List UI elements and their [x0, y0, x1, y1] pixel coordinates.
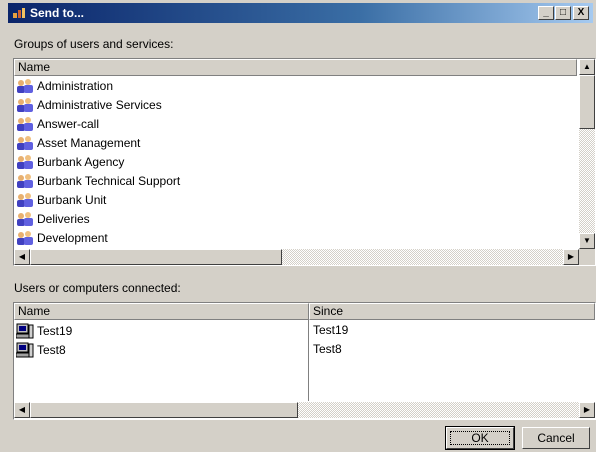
- list-item[interactable]: Burbank Agency: [16, 153, 124, 171]
- connected-label: Users or computers connected:: [14, 281, 181, 295]
- focus-rect: [450, 431, 510, 445]
- ok-button[interactable]: OK: [445, 426, 515, 450]
- groups-label: Groups of users and services:: [14, 37, 174, 51]
- minimize-button[interactable]: _: [538, 6, 554, 20]
- row-name: Test8: [37, 343, 66, 357]
- list-item[interactable]: Development: [16, 229, 108, 247]
- send-to-dialog: Send to... _ □ X Groups of users and ser…: [0, 0, 596, 452]
- groups-name-column-header[interactable]: Name: [14, 59, 577, 76]
- list-item[interactable]: Administrative Services: [16, 96, 162, 114]
- scroll-up-button[interactable]: ▲: [579, 59, 595, 75]
- scroll-down-button[interactable]: ▼: [579, 233, 595, 249]
- close-button[interactable]: X: [573, 6, 589, 20]
- scroll-right-button[interactable]: ▶: [563, 249, 579, 265]
- computer-icon: [15, 342, 34, 358]
- groups-vertical-thumb[interactable]: [579, 75, 595, 129]
- send-icon: [13, 8, 25, 18]
- list-item-label: Burbank Technical Support: [37, 174, 181, 188]
- cancel-button[interactable]: Cancel: [522, 427, 590, 449]
- table-row[interactable]: Test8: [15, 341, 66, 359]
- connected-horizontal-thumb[interactable]: [30, 402, 298, 418]
- list-item[interactable]: Asset Management: [16, 134, 140, 152]
- list-item[interactable]: Administration: [16, 77, 113, 95]
- group-icon: [16, 78, 34, 94]
- list-item-label: Administration: [37, 79, 114, 93]
- list-item-label: Asset Management: [37, 136, 141, 150]
- list-item-label: Answer-call: [37, 117, 100, 131]
- connected-since-column-header[interactable]: Since: [309, 303, 595, 320]
- group-icon: [16, 135, 34, 151]
- connected-list[interactable]: Name Since Test19 Test19 Test8 Test8 ◀ ▶: [13, 302, 596, 420]
- list-item-label: Burbank Unit: [37, 193, 107, 207]
- groups-list[interactable]: Name Administration Administrative Servic…: [13, 58, 596, 266]
- scroll-right-button[interactable]: ▶: [579, 402, 595, 418]
- row-since: Test19: [313, 323, 349, 337]
- group-icon: [16, 192, 34, 208]
- group-icon: [16, 154, 34, 170]
- list-item-label: Burbank Agency: [37, 155, 125, 169]
- group-icon: [16, 97, 34, 113]
- list-item-label: Deliveries: [37, 212, 90, 226]
- window-title: Send to...: [30, 6, 84, 20]
- scrollbar-corner: [579, 249, 595, 265]
- group-icon: [16, 230, 34, 246]
- groups-horizontal-thumb[interactable]: [30, 249, 282, 265]
- list-item[interactable]: Deliveries: [16, 210, 90, 228]
- title-bar[interactable]: Send to...: [8, 3, 593, 23]
- group-icon: [16, 116, 34, 132]
- list-item-label: Administrative Services: [37, 98, 162, 112]
- list-item-label: Development: [37, 231, 108, 245]
- row-name: Test19: [37, 324, 73, 338]
- list-item[interactable]: Burbank Technical Support: [16, 172, 180, 190]
- maximize-button[interactable]: □: [555, 6, 571, 20]
- scroll-left-button[interactable]: ◀: [14, 402, 30, 418]
- computer-icon: [15, 323, 34, 339]
- list-item[interactable]: Burbank Unit: [16, 191, 106, 209]
- column-divider: [308, 320, 309, 401]
- row-since: Test8: [313, 342, 342, 356]
- group-icon: [16, 173, 34, 189]
- connected-name-column-header[interactable]: Name: [14, 303, 309, 320]
- group-icon: [16, 211, 34, 227]
- list-item[interactable]: Answer-call: [16, 115, 99, 133]
- scroll-left-button[interactable]: ◀: [14, 249, 30, 265]
- table-row[interactable]: Test19: [15, 322, 73, 340]
